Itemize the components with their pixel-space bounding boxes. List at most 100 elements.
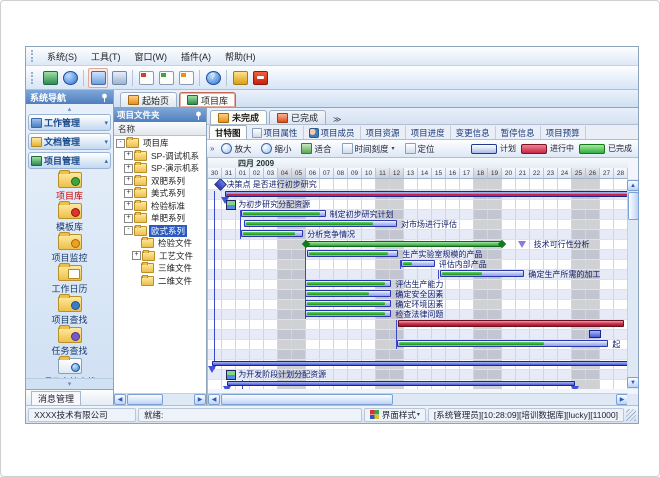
collapse-icon[interactable]: - <box>124 226 133 235</box>
tree-item[interactable]: 检验文件 <box>114 237 206 250</box>
sidebar-scroll-up[interactable] <box>26 104 113 113</box>
scroll-left-icon[interactable]: ◀ <box>114 394 126 405</box>
scroll-up-icon[interactable]: ▲ <box>627 180 639 191</box>
summary-bar[interactable] <box>212 361 628 366</box>
view-tab[interactable]: 项目属性 <box>247 126 304 139</box>
task-bar[interactable] <box>305 310 392 317</box>
sidebar-group[interactable]: 工作管理▾ <box>28 114 111 131</box>
task-bar[interactable] <box>401 260 435 267</box>
tree-item[interactable]: 二维文件 <box>114 275 206 288</box>
sidebar-item[interactable]: 工作日历 <box>26 265 113 295</box>
ui-style-button[interactable]: 界面样式 ▾ <box>364 408 426 422</box>
expand-icon[interactable]: + <box>124 189 133 198</box>
tree-horizontal-scrollbar[interactable]: ◀ ▶ <box>114 393 206 405</box>
summary-bar[interactable] <box>225 191 628 197</box>
gantt-tool-button[interactable]: 缩小 <box>257 142 295 156</box>
calendar-green-icon[interactable] <box>157 69 175 87</box>
pin-icon[interactable] <box>100 93 109 102</box>
chevron-down-icon[interactable]: ▾ <box>104 119 108 127</box>
sidebar-group[interactable]: 文档管理▾ <box>28 133 111 150</box>
chevron-up-icon[interactable]: ▴ <box>104 157 108 165</box>
task-bar[interactable] <box>244 220 397 227</box>
gantt-tool-button[interactable]: 放大 <box>217 142 255 156</box>
menubar-grip[interactable] <box>31 50 37 62</box>
summary-done-bar[interactable] <box>306 241 502 247</box>
task-bar[interactable] <box>440 270 524 277</box>
view-tab[interactable]: 变更信息 <box>451 126 496 139</box>
task-bar[interactable] <box>305 280 392 287</box>
status-tab[interactable]: 未完成 <box>210 110 267 124</box>
gantt-tool-dropdown[interactable]: 时间刻度▾ <box>338 142 399 156</box>
view-tab[interactable]: 项目资源 <box>361 126 406 139</box>
task-bar[interactable] <box>397 340 608 347</box>
gantt-tool-button[interactable]: 适合 <box>297 142 335 156</box>
resize-grip[interactable] <box>626 409 636 421</box>
sidebar-item[interactable]: 项目文档查找 <box>26 358 113 378</box>
view-tab[interactable]: 项目预算 <box>541 126 586 139</box>
scroll-left-icon[interactable]: ◀ <box>208 394 220 405</box>
task-bar[interactable] <box>307 250 398 257</box>
folder-icon[interactable] <box>110 69 128 87</box>
view-tab[interactable]: 项目进度 <box>406 126 451 139</box>
resource-task-icon[interactable] <box>226 200 236 210</box>
tree-item[interactable]: 三维文件 <box>114 262 206 275</box>
calendar-red-icon[interactable] <box>137 69 155 87</box>
tree-scroll-thumb[interactable] <box>127 394 163 405</box>
scroll-down-icon[interactable]: ▼ <box>627 377 639 388</box>
tree-item[interactable]: +双肥系列 <box>114 175 206 188</box>
sidebar-scroll-down[interactable] <box>26 378 113 389</box>
sidebar-item[interactable]: 项目监控 <box>26 234 113 264</box>
screen-icon[interactable] <box>41 69 59 87</box>
tab-overflow-button[interactable]: ≫ <box>330 115 344 124</box>
toolbar-grip[interactable] <box>31 72 37 84</box>
status-tab[interactable]: 已完成 <box>269 110 326 124</box>
sidebar-item[interactable]: 项目库 <box>26 172 113 202</box>
menu-item[interactable]: 插件(A) <box>174 50 218 64</box>
doc-tab[interactable]: 起始页 <box>120 92 177 107</box>
menu-item[interactable]: 窗口(W) <box>128 50 175 64</box>
expand-icon[interactable]: + <box>124 201 133 210</box>
task-bar[interactable] <box>241 230 303 237</box>
tree-item[interactable]: +工艺文件 <box>114 250 206 263</box>
calendar-orange-icon[interactable] <box>177 69 195 87</box>
task-bar[interactable] <box>398 320 623 327</box>
toolbar-overflow-chevron[interactable]: » <box>210 144 214 153</box>
doc-tab[interactable]: 项目库 <box>179 92 236 107</box>
gantt-tool-button[interactable]: 定位 <box>401 142 439 156</box>
collapse-icon[interactable]: - <box>116 139 125 148</box>
resource-task-icon[interactable] <box>226 370 236 380</box>
tree-column-header[interactable]: 名称 <box>114 122 206 136</box>
sidebar-group[interactable]: 项目管理▴ <box>28 152 111 169</box>
task-bar[interactable] <box>241 210 326 217</box>
expand-icon[interactable]: + <box>124 176 133 185</box>
view-tab[interactable]: 暂停信息 <box>496 126 541 139</box>
globe-icon[interactable] <box>61 69 79 87</box>
tree-item[interactable]: -项目库 <box>114 137 206 150</box>
tree-item[interactable]: +单肥系列 <box>114 212 206 225</box>
expand-icon[interactable]: + <box>124 151 133 160</box>
help-icon[interactable] <box>204 69 222 87</box>
expand-icon[interactable]: + <box>124 164 133 173</box>
sidebar-item[interactable]: 任务查找 <box>26 327 113 357</box>
stop-icon[interactable] <box>251 69 269 87</box>
message-manager-tab[interactable]: 消息管理 <box>31 391 81 405</box>
chevron-down-icon[interactable]: ▾ <box>104 138 108 146</box>
task-bar[interactable] <box>305 290 392 297</box>
gantt-hscroll-thumb[interactable] <box>221 394 393 405</box>
menu-item[interactable]: 工具(T) <box>84 50 128 64</box>
gantt-horizontal-scrollbar[interactable]: ◀ ▶ <box>208 393 628 405</box>
summary-bar[interactable] <box>227 381 575 386</box>
sidebar-item[interactable]: 项目查找 <box>26 296 113 326</box>
tree-item[interactable]: -欧式系列 <box>114 225 206 238</box>
gantt-vscroll-thumb[interactable] <box>628 192 639 220</box>
folder-open-icon[interactable] <box>88 68 108 88</box>
pin-icon[interactable] <box>194 111 203 120</box>
view-tab[interactable]: 项目成员 <box>304 126 361 139</box>
tree-item[interactable]: +检验标准 <box>114 200 206 213</box>
sidebar-item[interactable]: 模板库 <box>26 203 113 233</box>
tree-item[interactable]: +SP-调试机系 <box>114 150 206 163</box>
menu-item[interactable]: 系统(S) <box>40 50 84 64</box>
task-bar[interactable] <box>305 300 392 307</box>
gantt-vertical-scrollbar[interactable]: ▲ ▼ <box>627 179 638 389</box>
mini-milestone-bar[interactable] <box>589 330 601 338</box>
